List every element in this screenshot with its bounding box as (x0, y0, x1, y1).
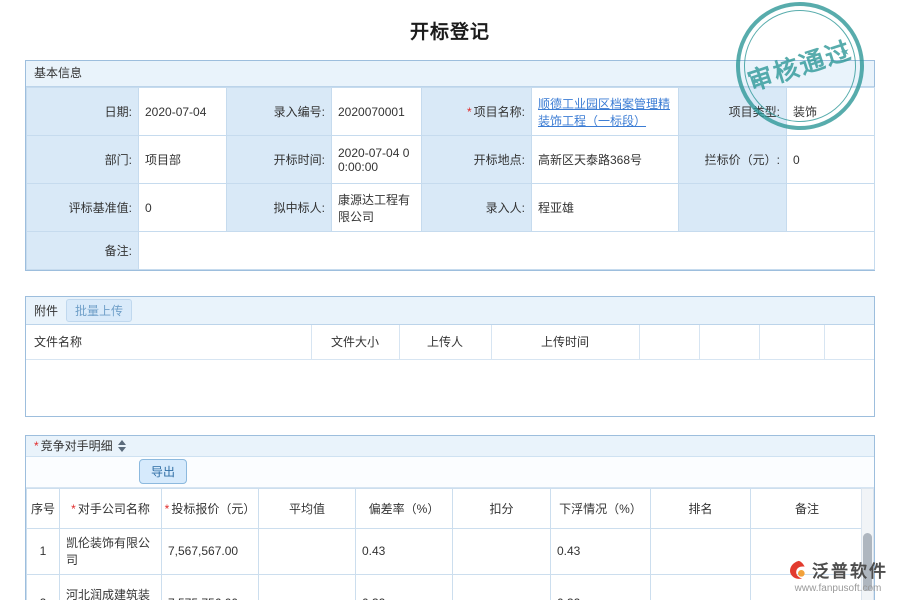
cell-float-down: 0.32 (551, 574, 651, 600)
page: 开标登记 审核通过 ★ ★ 基本信息 日期: 2020-07-04 录入编号: … (0, 0, 900, 600)
brand-name: 泛普软件 (812, 557, 888, 582)
bid-place-label: 开标地点: (422, 136, 532, 184)
attach-col-uploadtime: 上传时间 (491, 325, 639, 359)
project-type-label: 项目类型: (679, 88, 787, 136)
required-marker: * (71, 502, 76, 516)
cell-no: 1 (27, 528, 60, 574)
col-no: 序号 (27, 488, 60, 528)
brand-url: www.fanpusoft.com (788, 583, 888, 594)
entry-no-value: 2020070001 (332, 88, 422, 136)
sort-down-icon (118, 447, 126, 452)
competitors-toolbar: 导出 (26, 457, 874, 488)
attachments-header: 附件 批量上传 (26, 297, 874, 325)
export-button[interactable]: 导出 (139, 459, 187, 484)
page-title: 开标登记 (0, 0, 900, 60)
empty-label (679, 184, 787, 232)
col-float-down: 下浮情况（%） (551, 488, 651, 528)
attach-col-empty (699, 325, 759, 359)
attachments-table: 文件名称 文件大小 上传人 上传时间 (26, 325, 874, 360)
cell-bid-price: 7,575,756.00 (162, 574, 259, 600)
cell-deduction (453, 528, 551, 574)
cell-deduction (453, 574, 551, 600)
ceiling-price-label: 拦标价（元）: (679, 136, 787, 184)
cell-bid-price: 7,567,567.00 (162, 528, 259, 574)
table-row: 2 河北润成建筑装饰有限公司 7,575,756.00 0.32 0.32 (27, 574, 864, 600)
project-type-value: 装饰 (787, 88, 875, 136)
cell-rank (651, 528, 751, 574)
brand-footer: 泛普软件 www.fanpusoft.com (788, 557, 888, 594)
col-average: 平均值 (259, 488, 356, 528)
cell-deviation: 0.32 (356, 574, 453, 600)
entry-no-label: 录入编号: (227, 88, 332, 136)
attachments-empty-body (26, 360, 874, 416)
competitors-header-row: 序号 *对手公司名称 *投标报价（元） 平均值 偏差率（%） 扣分 下浮情况（%… (27, 488, 864, 528)
competitors-section: * 竞争对手明细 导出 序号 *对手公司名称 *投标报价（元） 平均值 偏差率（… (25, 435, 875, 600)
required-marker: * (34, 439, 39, 453)
bid-place-value: 高新区天泰路368号 (532, 136, 679, 184)
required-marker: * (467, 105, 472, 119)
col-bid-price: *投标报价（元） (162, 488, 259, 528)
col-deduction: 扣分 (453, 488, 551, 528)
dept-label: 部门: (27, 136, 139, 184)
cell-float-down: 0.43 (551, 528, 651, 574)
empty-value (787, 184, 875, 232)
table-row: 1 凯伦装饰有限公司 7,567,567.00 0.43 0.43 (27, 528, 864, 574)
cell-average (259, 528, 356, 574)
attach-col-filename: 文件名称 (26, 325, 311, 359)
attach-col-empty (824, 325, 874, 359)
attachments-section: 附件 批量上传 文件名称 文件大小 上传人 上传时间 (25, 296, 875, 417)
project-name-cell: 顺德工业园区档案管理精装饰工程（一标段） (532, 88, 679, 136)
dept-value: 项目部 (139, 136, 227, 184)
sort-up-icon (118, 440, 126, 445)
bid-time-value: 2020-07-04 00:00:00 (332, 136, 422, 184)
competitors-titlebar: * 竞争对手明细 (26, 436, 874, 457)
sort-icon[interactable] (118, 440, 126, 452)
basic-info-header: 基本信息 (26, 61, 874, 87)
proposed-winner-label: 拟中标人: (227, 184, 332, 232)
col-deviation: 偏差率（%） (356, 488, 453, 528)
competitors-table-wrap: 序号 *对手公司名称 *投标报价（元） 平均值 偏差率（%） 扣分 下浮情况（%… (26, 488, 874, 600)
brand-logo-icon (788, 560, 808, 580)
date-value: 2020-07-04 (139, 88, 227, 136)
basic-info-table: 日期: 2020-07-04 录入编号: 2020070001 *项目名称: 顺… (26, 87, 875, 270)
project-name-link[interactable]: 顺德工业园区档案管理精装饰工程（一标段） (538, 97, 670, 128)
remark-label: 备注: (27, 232, 139, 270)
recorder-value: 程亚雄 (532, 184, 679, 232)
project-name-label: *项目名称: (422, 88, 532, 136)
cell-company: 凯伦装饰有限公司 (60, 528, 162, 574)
competitors-table: 序号 *对手公司名称 *投标报价（元） 平均值 偏差率（%） 扣分 下浮情况（%… (26, 488, 864, 600)
remark-value (139, 232, 875, 270)
basic-info-section: 基本信息 日期: 2020-07-04 录入编号: 2020070001 *项目… (25, 60, 875, 271)
attach-col-empty (639, 325, 699, 359)
benchmark-label: 评标基准值: (27, 184, 139, 232)
required-marker: * (165, 502, 170, 516)
cell-deviation: 0.43 (356, 528, 453, 574)
date-label: 日期: (27, 88, 139, 136)
col-rank: 排名 (651, 488, 751, 528)
ceiling-price-value: 0 (787, 136, 875, 184)
benchmark-value: 0 (139, 184, 227, 232)
attach-col-empty (759, 325, 824, 359)
attachments-title: 附件 (34, 302, 58, 319)
bid-time-label: 开标时间: (227, 136, 332, 184)
attach-col-uploader: 上传人 (399, 325, 491, 359)
brand-row: 泛普软件 (788, 557, 888, 582)
batch-upload-button[interactable]: 批量上传 (66, 299, 132, 322)
attach-col-filesize: 文件大小 (311, 325, 399, 359)
col-remark: 备注 (751, 488, 864, 528)
cell-company: 河北润成建筑装饰有限公司 (60, 574, 162, 600)
competitors-title: 竞争对手明细 (41, 437, 113, 454)
cell-no: 2 (27, 574, 60, 600)
cell-average (259, 574, 356, 600)
cell-rank (651, 574, 751, 600)
col-company: *对手公司名称 (60, 488, 162, 528)
recorder-label: 录入人: (422, 184, 532, 232)
proposed-winner-value: 康源达工程有限公司 (332, 184, 422, 232)
